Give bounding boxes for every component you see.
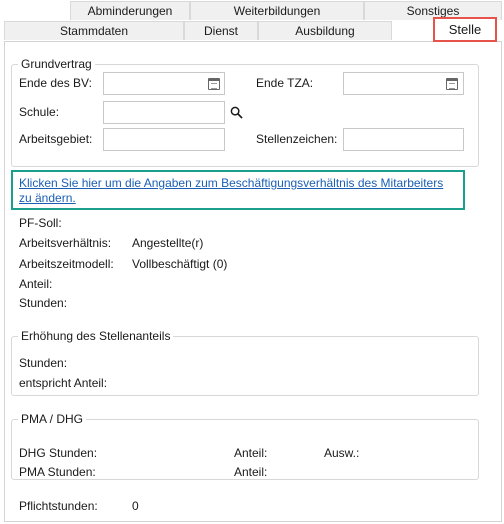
grundvertrag-title: Grundvertrag [18,57,95,71]
tab-weiterbildungen[interactable]: Weiterbildungen [190,1,364,20]
stellenzeichen-label: Stellenzeichen: [256,132,338,146]
pma-anteil-label: Anteil: [234,465,268,479]
ausw-label: Ausw.: [324,446,360,460]
change-employment-link[interactable]: Klicken Sie hier um die Angaben zum Besc… [19,176,459,206]
pma-dhg-title: PMA / DHG [18,412,87,426]
ende-bv-label: Ende des BV: [19,76,92,90]
erhoehung-anteil-label: entspricht Anteil: [19,376,108,390]
erhoehung-title: Erhöhung des Stellenanteils [18,329,174,343]
pflichtstunden-value: 0 [132,499,139,513]
tab-stammdaten[interactable]: Stammdaten [4,21,184,40]
search-icon[interactable] [230,106,243,119]
schule-field[interactable] [103,101,225,124]
stellenzeichen-field[interactable] [343,128,464,151]
schule-label: Schule: [19,105,60,119]
tab-ausbildung[interactable]: Ausbildung [258,21,392,40]
ende-bv-field[interactable] [103,72,225,95]
tab-dienst[interactable]: Dienst [184,21,258,40]
tab-abminderungen[interactable]: Abminderungen [70,1,190,20]
arbeitsgebiet-field[interactable] [103,128,225,151]
arbeitszeitmodell-value: Vollbeschäftigt (0) [132,257,228,271]
link-highlight-box: Klicken Sie hier um die Angaben zum Besc… [11,170,465,210]
dhg-anteil-label: Anteil: [234,446,268,460]
arbeitsverhaeltnis-label: Arbeitsverhältnis: [19,236,112,250]
calendar-icon[interactable] [208,78,220,90]
pf-soll-label: PF-Soll: [19,216,62,230]
anteil-label: Anteil: [19,277,53,291]
arbeitsverhaeltnis-value: Angestellte(r) [132,236,204,250]
calendar-icon[interactable] [446,78,458,90]
dhg-stunden-label: DHG Stunden: [19,446,98,460]
pflichtstunden-label: Pflichtstunden: [19,499,98,513]
stunden-label: Stunden: [19,296,68,310]
pma-stunden-label: PMA Stunden: [19,465,96,479]
erhoehung-stunden-label: Stunden: [19,356,68,370]
tab-panel-stelle: Grundvertrag Ende des BV: Ende TZA: Schu… [4,41,502,522]
tab-stelle[interactable]: Stelle [433,17,497,42]
ende-tza-label: Ende TZA: [256,76,314,90]
arbeitszeitmodell-label: Arbeitszeitmodell: [19,257,114,271]
arbeitsgebiet-label: Arbeitsgebiet: [19,132,93,146]
